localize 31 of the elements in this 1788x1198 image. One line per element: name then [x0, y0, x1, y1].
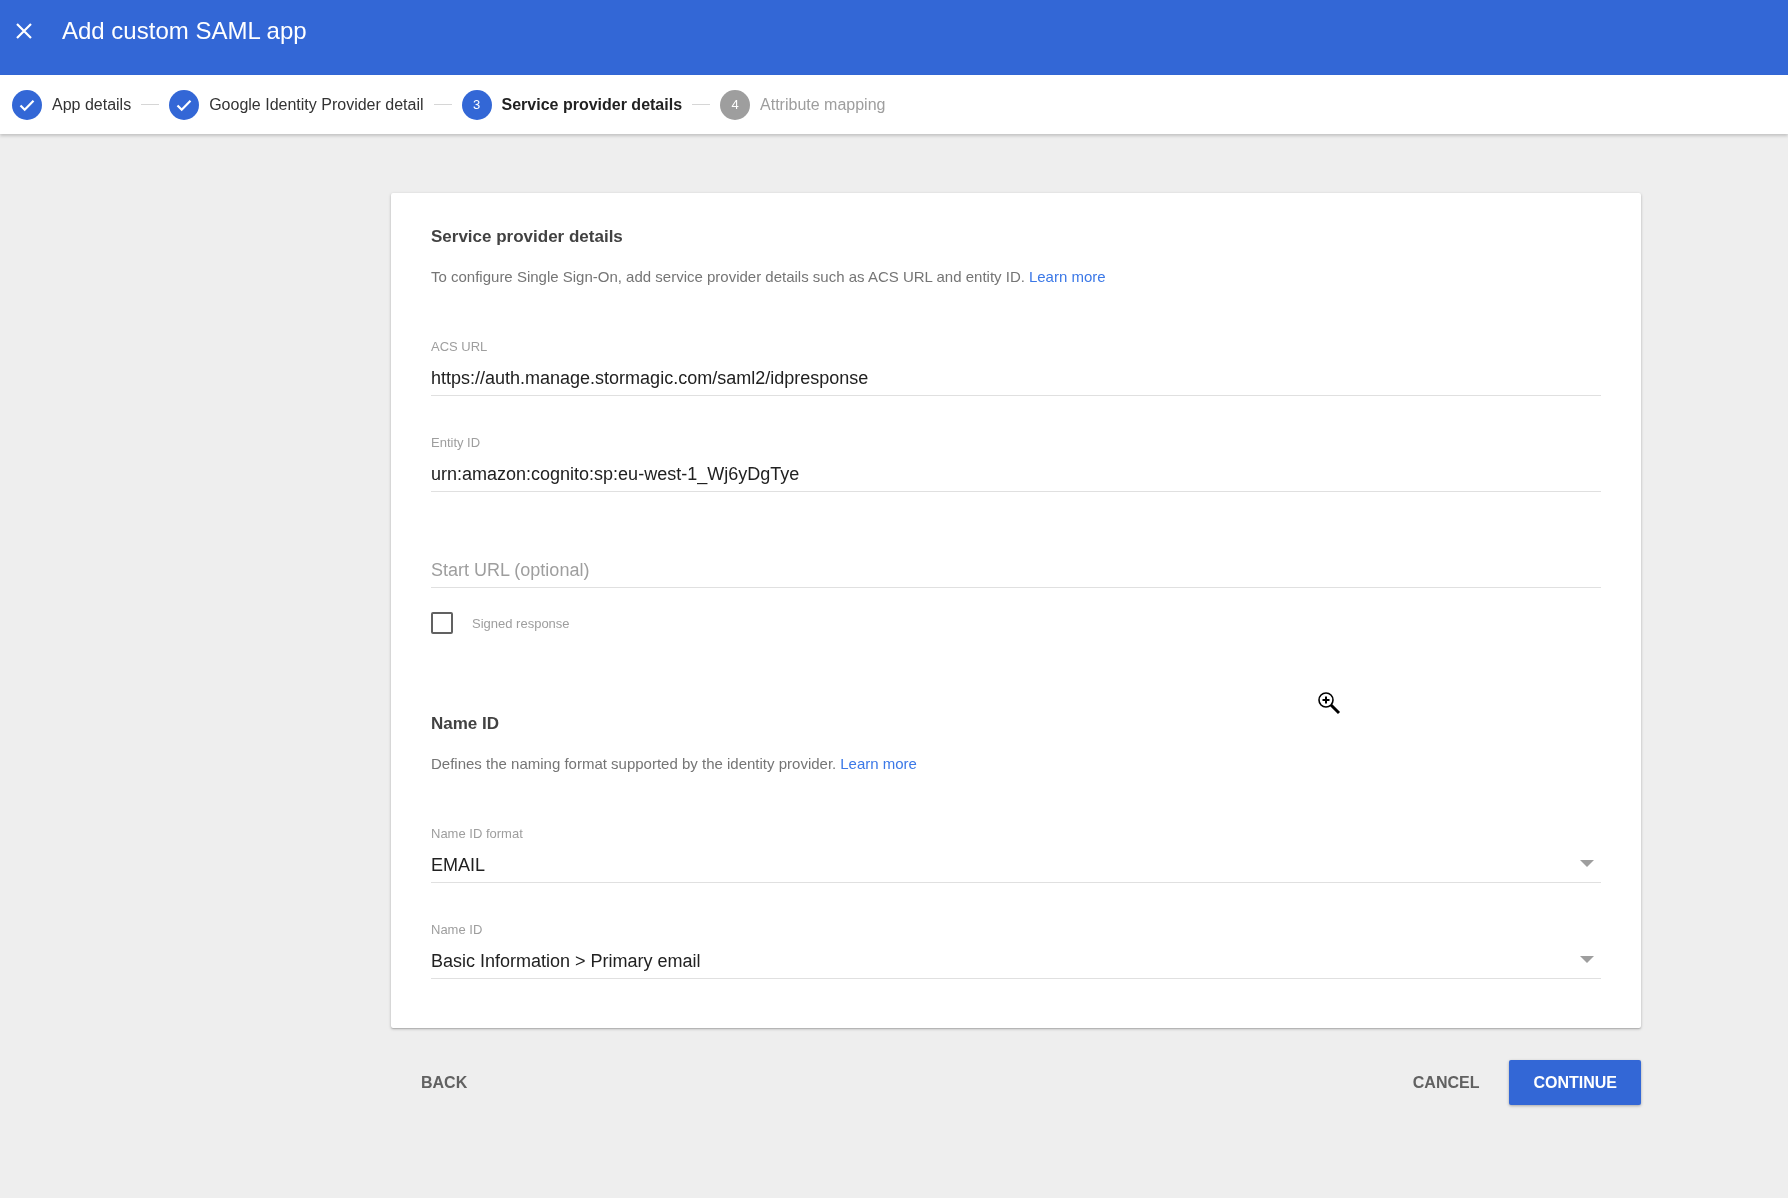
magnifier-plus-icon [1317, 691, 1341, 715]
back-button[interactable]: BACK [405, 1060, 484, 1105]
continue-button[interactable]: CONTINUE [1509, 1060, 1641, 1105]
step-label: Service provider details [501, 95, 683, 114]
step-label: Attribute mapping [760, 95, 886, 114]
learn-more-link[interactable]: Learn more [840, 755, 917, 772]
window-title: Add custom SAML app [62, 16, 307, 46]
caret-icon [1580, 956, 1594, 963]
field-label: Entity ID [431, 435, 481, 451]
input-field[interactable]: urn:amazon:cognito:sp:eu-west-1_Wj6yDgTye [431, 462, 1601, 492]
field-label: ACS URL [431, 339, 488, 355]
input-field[interactable]: Start URL (optional) [431, 558, 1601, 588]
step-label: Google Identity Provider detail [209, 95, 424, 114]
dropdown[interactable]: EMAIL [431, 853, 1601, 883]
checkbox[interactable] [431, 612, 453, 634]
section-description: Defines the naming format supported by the identity provider. Learn more [431, 754, 918, 774]
field-label: Name ID format [431, 826, 523, 842]
step-number: 4 [720, 89, 751, 120]
learn-more-link[interactable]: Learn more [1028, 268, 1106, 285]
step-label: App details [52, 95, 132, 114]
section-heading: Name ID [431, 713, 501, 735]
cancel-button[interactable]: CANCEL [1396, 1060, 1496, 1105]
section-description: To configure Single Sign-On, add service provider details such as ACS URL and entity ID. Learn more [431, 267, 1107, 287]
input-field[interactable]: https://auth.manage.stormagic.com/saml2/idpresponse [431, 366, 1601, 396]
close-icon[interactable] [16, 23, 32, 39]
checkbox-label: Signed response [472, 615, 570, 631]
dropdown[interactable]: Basic Information > Primary email [431, 949, 1601, 979]
section-heading: Service provider details [431, 226, 624, 248]
step-number: 3 [461, 89, 492, 120]
caret-icon [1580, 860, 1594, 867]
field-label: Name ID [431, 922, 483, 938]
